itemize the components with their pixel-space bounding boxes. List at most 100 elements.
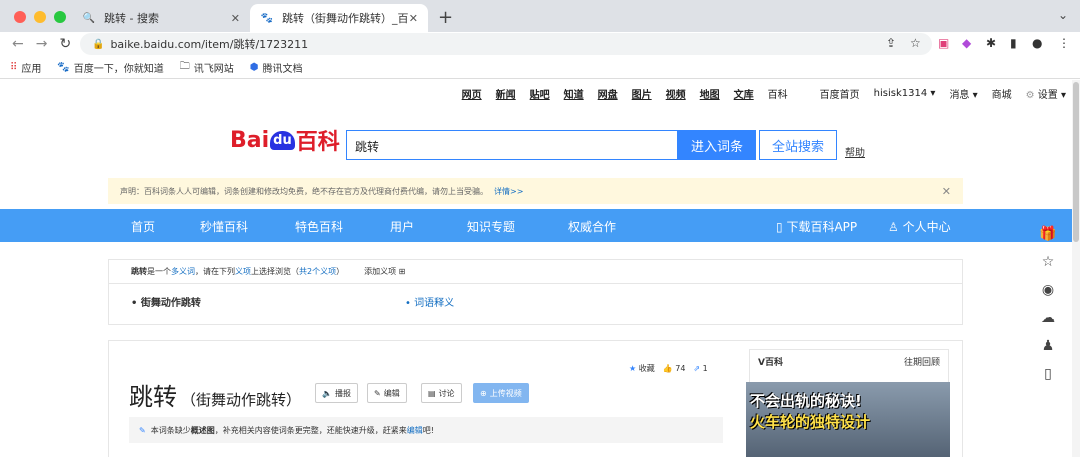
- tencent-docs-icon: ⬢: [249, 62, 259, 73]
- download-app-link[interactable]: ▯ 下载百科APP: [776, 218, 857, 235]
- star-icon: ★: [629, 364, 637, 373]
- nav-link-pan[interactable]: 网盘: [598, 86, 618, 101]
- help-link[interactable]: 帮助: [845, 144, 865, 159]
- nav-link-tieba[interactable]: 贴吧: [530, 86, 550, 101]
- nav-messages[interactable]: 消息 ▾: [949, 86, 977, 101]
- bookmark-xunfei[interactable]: 🗀 讯飞网站: [180, 59, 234, 76]
- user-icon: ♙: [888, 220, 899, 234]
- bookmark-star-icon[interactable]: ☆: [910, 36, 921, 50]
- nav-baike: 百科: [767, 90, 788, 101]
- nav-baidu-home[interactable]: 百度首页: [820, 86, 860, 101]
- collect-button[interactable]: ★ 收藏: [629, 363, 655, 374]
- weibo-icon[interactable]: ◉: [1042, 282, 1054, 298]
- extension-icon[interactable]: ▣: [938, 36, 949, 50]
- nav-link-wenku[interactable]: 文库: [734, 86, 754, 101]
- zoom-window-icon[interactable]: [54, 11, 66, 23]
- nav-item-special[interactable]: 特色百科: [295, 218, 343, 235]
- baidu-paw-icon: 🐾: [260, 12, 274, 24]
- chevron-down-icon[interactable]: ⌄: [1058, 8, 1068, 22]
- folder-icon: 🗀: [179, 61, 190, 72]
- profile-icon[interactable]: ●: [1032, 36, 1042, 50]
- v-baike-title: V百科: [758, 357, 783, 368]
- nav-link-video[interactable]: 视频: [666, 86, 686, 101]
- share-icon[interactable]: ⇪: [886, 36, 896, 50]
- hint-edit-link[interactable]: 编辑: [407, 425, 423, 436]
- nav-item-miaodong[interactable]: 秒懂百科: [200, 218, 248, 235]
- nav-item-cooperation[interactable]: 权威合作: [568, 218, 616, 235]
- close-icon[interactable]: ✕: [231, 12, 240, 25]
- nav-link-zhidao[interactable]: 知道: [564, 86, 584, 101]
- nav-link-map[interactable]: 地图: [700, 86, 720, 101]
- phone-icon: ▯: [776, 220, 783, 234]
- nav-link-image[interactable]: 图片: [632, 86, 652, 101]
- v-baike-video-thumbnail[interactable]: 不会出轨的秘诀! 火车轮的独特设计: [746, 382, 950, 457]
- article-card: ★ 收藏 👍 74 ⇗ 1 跳转 （街舞动作跳转） 🔈 播报 ✎ 编辑 ▤ 讨论 ⊕ 上传…: [108, 340, 963, 457]
- add-sense-button[interactable]: 添加义项 ⊞: [364, 266, 405, 277]
- close-icon[interactable]: ✕: [942, 185, 951, 198]
- apps-grid-icon: ⠿: [10, 62, 18, 73]
- enter-entry-button[interactable]: 进入词条: [678, 130, 756, 160]
- plus-circle-icon: ⊕: [480, 388, 487, 398]
- browser-tab-strip: 🔍 跳转 - 搜索 ✕ 🐾 跳转（街舞动作跳转）_百度百科 ✕ + ⌄: [0, 0, 1080, 32]
- v-baike-panel: V百科 往期回顾 不会出轨的秘诀! 火车轮的独特设计: [746, 349, 950, 457]
- nav-link-news[interactable]: 新闻: [496, 86, 516, 101]
- gift-icon[interactable]: 🎁: [1039, 226, 1056, 242]
- scrollbar[interactable]: [1072, 80, 1080, 457]
- speaker-icon: 🔈: [322, 388, 332, 398]
- star-icon[interactable]: ☆: [1042, 254, 1055, 270]
- nav-settings[interactable]: ⚙ 设置 ▾: [1026, 86, 1066, 101]
- minimize-window-icon[interactable]: [34, 11, 46, 23]
- polysemy-header: 跳转 是一个 多义词 ，请在下列 义项 上选择浏览（ 共2个义项） 添加义项 ⊞: [109, 260, 962, 284]
- tab-title: 跳转（街舞动作跳转）_百度百科: [282, 12, 409, 25]
- like-button[interactable]: 👍 74: [663, 364, 686, 373]
- nav-username[interactable]: hisisk1314 ▾: [874, 88, 936, 99]
- tab-search[interactable]: 🔍 跳转 - 搜索 ✕: [72, 4, 250, 32]
- tab-baike[interactable]: 🐾 跳转（街舞动作跳转）_百度百科 ✕: [250, 4, 428, 32]
- notice-more-link[interactable]: 详情>>: [494, 186, 523, 197]
- nav-item-topics[interactable]: 知识专题: [467, 218, 515, 235]
- close-icon[interactable]: ✕: [409, 12, 418, 25]
- upload-video-button[interactable]: ⊕ 上传视频: [473, 383, 529, 403]
- discuss-button[interactable]: ▤ 讨论: [421, 383, 462, 403]
- nav-link-web[interactable]: 网页: [462, 86, 482, 101]
- thumbs-up-icon: 👍: [662, 364, 673, 373]
- url-text: baike.baidu.com/item/跳转/1723211: [110, 38, 309, 51]
- history-link[interactable]: 往期回顾: [904, 355, 940, 368]
- new-tab-button[interactable]: +: [438, 7, 453, 28]
- reload-icon[interactable]: ↻: [59, 36, 71, 52]
- sense-option-active[interactable]: • 街舞动作跳转: [131, 294, 201, 309]
- chat-icon: ▤: [428, 388, 436, 398]
- window-controls: [14, 11, 66, 23]
- search-icon: 🔍: [82, 12, 96, 24]
- bookmark-baidu[interactable]: 🐾 百度一下，你就知道: [57, 60, 163, 75]
- address-bar[interactable]: 🔒 baike.baidu.com/item/跳转/1723211: [80, 33, 932, 55]
- play-button[interactable]: 🔈 播报: [315, 383, 358, 403]
- side-toolbar: 🎁 ☆ ◉ ☁ ♟ ▯: [1034, 226, 1062, 398]
- nav-item-home[interactable]: 首页: [131, 218, 155, 235]
- wechat-icon[interactable]: ☁: [1041, 310, 1055, 326]
- back-icon[interactable]: ←: [12, 36, 24, 52]
- edit-button[interactable]: ✎ 编辑: [367, 383, 407, 403]
- scrollbar-thumb[interactable]: [1073, 82, 1079, 242]
- menu-icon[interactable]: ⋮: [1058, 36, 1070, 50]
- user-center-link[interactable]: ♙ 个人中心: [888, 218, 951, 235]
- entry-stats: ★ 收藏 👍 74 ⇗ 1: [629, 363, 708, 374]
- close-window-icon[interactable]: [14, 11, 26, 23]
- puzzle-icon[interactable]: ✱: [986, 36, 996, 50]
- bookmark-apps[interactable]: ⠿ 应用: [10, 60, 41, 75]
- missing-image-hint: ✎ 本词条缺少 概述图 ，补充相关内容使词条更完整，还能快速升级，赶紧来 编辑 吧!: [129, 417, 723, 443]
- forward-icon[interactable]: →: [36, 36, 48, 52]
- sense-option[interactable]: • 词语释义: [405, 294, 454, 309]
- nav-item-users[interactable]: 用户: [390, 218, 414, 235]
- qq-icon[interactable]: ♟: [1042, 338, 1055, 354]
- baidu-baike-logo[interactable]: Bai du 百科: [230, 124, 340, 156]
- polysemy-box: 跳转 是一个 多义词 ，请在下列 义项 上选择浏览（ 共2个义项） 添加义项 ⊞ • 街舞动…: [108, 259, 963, 325]
- share-button[interactable]: ⇗ 1: [693, 364, 707, 373]
- extension-icon[interactable]: ◆: [962, 36, 971, 50]
- sidepanel-icon[interactable]: ▮: [1010, 36, 1017, 50]
- search-input[interactable]: 跳转: [346, 130, 678, 160]
- mobile-icon[interactable]: ▯: [1044, 366, 1052, 382]
- bookmark-tencent-docs[interactable]: ⬢ 腾讯文档: [250, 60, 303, 75]
- nav-mall[interactable]: 商城: [992, 86, 1012, 101]
- site-search-button[interactable]: 全站搜索: [759, 130, 837, 160]
